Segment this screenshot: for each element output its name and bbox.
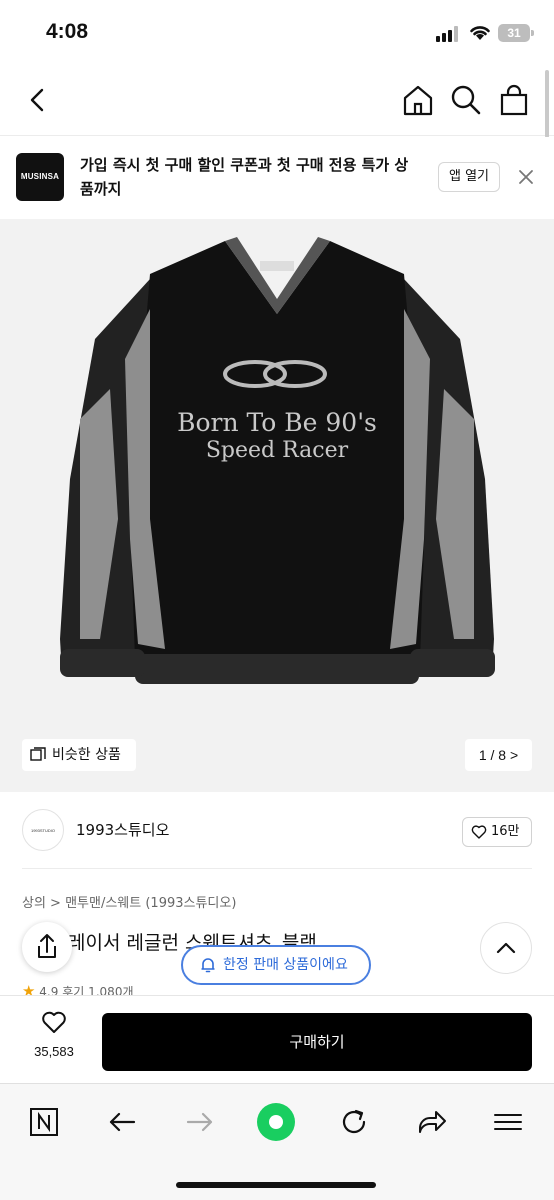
wifi-icon <box>470 26 490 40</box>
similar-icon <box>30 747 46 761</box>
brand-like-button[interactable]: 16만 <box>462 817 532 847</box>
app-banner: MUSINSA 가입 즉시 첫 구매 할인 쿠폰과 첫 구매 전용 특가 상품까… <box>0 137 554 219</box>
similar-products-button[interactable]: 비슷한 상품 <box>22 739 136 771</box>
divider <box>22 868 532 869</box>
scroll-to-top-button[interactable] <box>480 922 532 974</box>
brand-logo[interactable]: 1993STUDIO <box>22 809 64 851</box>
brand-name[interactable]: 1993스튜디오 <box>76 819 169 840</box>
graphic-text-line1: Born To Be 90's <box>177 408 377 437</box>
battery-indicator: 31 <box>498 24 530 42</box>
status-time: 4:08 <box>46 20 89 43</box>
search-icon[interactable] <box>448 82 484 118</box>
open-app-button[interactable]: 앱 열기 <box>438 162 500 192</box>
heart-icon <box>42 1011 66 1033</box>
chevron-up-icon <box>496 942 516 954</box>
share-icon <box>38 934 56 958</box>
forward-arrow-icon[interactable] <box>184 1106 216 1138</box>
cellular-signal-icon <box>436 26 462 42</box>
battery-nub <box>531 30 534 36</box>
wish-button[interactable]: 35,583 <box>22 1010 86 1070</box>
product-image[interactable]: Born To Be 90's Speed Racer <box>0 219 554 792</box>
refresh-icon[interactable] <box>338 1106 370 1138</box>
share-button[interactable] <box>22 922 72 972</box>
brand-like-count: 16만 <box>491 824 520 839</box>
green-dot-icon[interactable] <box>256 1102 296 1142</box>
close-icon[interactable] <box>516 167 536 187</box>
shopping-bag-icon[interactable] <box>496 82 532 118</box>
back-button[interactable] <box>20 82 56 118</box>
scrollbar[interactable] <box>545 70 549 138</box>
star-icon: ★ <box>22 982 36 996</box>
limited-sale-text: 한정 판매 상품이에요 <box>223 957 348 973</box>
limited-sale-badge: 한정 판매 상품이에요 <box>181 945 371 985</box>
rating-row[interactable]: ★ 4.9 후기 1,080개 <box>22 982 134 996</box>
home-indicator[interactable] <box>176 1182 376 1188</box>
wish-count: 35,583 <box>34 1044 74 1059</box>
banner-text: 가입 즉시 첫 구매 할인 쿠폰과 첫 구매 전용 특가 상품까지 <box>80 156 409 198</box>
home-icon[interactable] <box>400 82 436 118</box>
similar-products-label: 비슷한 상품 <box>52 747 121 763</box>
share-icon[interactable] <box>416 1106 448 1138</box>
top-navigation <box>0 64 554 136</box>
naver-icon[interactable] <box>28 1106 60 1138</box>
menu-icon[interactable] <box>492 1106 524 1138</box>
purchase-bar: 35,583 구매하기 <box>0 995 554 1082</box>
back-arrow-icon[interactable] <box>106 1106 138 1138</box>
status-bar: 4:08 31 <box>0 0 554 64</box>
buy-button[interactable]: 구매하기 <box>102 1013 532 1071</box>
image-page-indicator[interactable]: 1 / 8 > <box>465 739 532 771</box>
bell-icon <box>201 958 215 973</box>
heart-icon <box>471 825 487 839</box>
musinsa-logo: MUSINSA <box>16 153 64 201</box>
brand-row[interactable]: 1993STUDIO 1993스튜디오 16만 <box>0 793 554 868</box>
breadcrumb[interactable]: 상의 > 맨투맨/스웨트 (1993스튜디오) <box>22 892 236 911</box>
sweatshirt-image: Born To Be 90's Speed Racer <box>0 219 554 792</box>
graphic-text-line2: Speed Racer <box>206 438 349 463</box>
